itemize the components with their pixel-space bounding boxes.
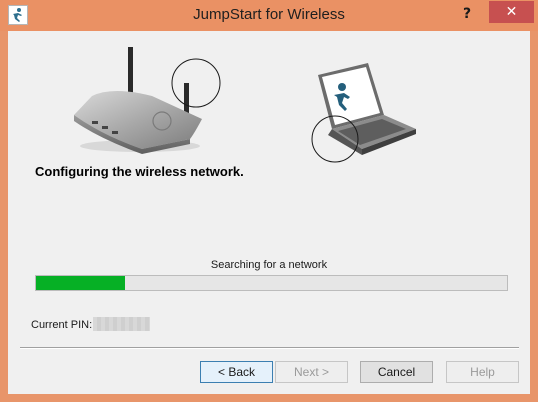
current-pin-label: Current PIN: (31, 319, 93, 331)
window-left-border (0, 31, 8, 402)
footer-separator (20, 347, 519, 349)
next-button[interactable]: Next > (275, 361, 348, 383)
status-heading: Configuring the wireless network. (35, 164, 244, 179)
progress-status-text: Searching for a network (210, 259, 328, 271)
close-button[interactable]: ✕ (489, 1, 534, 23)
jumpstart-dialog: JumpStart for Wireless ? ✕ Configuring t… (0, 0, 538, 402)
help-button[interactable]: Help (446, 361, 519, 383)
laptop-icon (311, 63, 416, 163)
progress-bar-fill (36, 276, 126, 290)
cancel-button[interactable]: Cancel (360, 361, 433, 383)
progress-bar (35, 275, 508, 291)
window-right-border (530, 31, 538, 402)
window-bottom-border (0, 394, 538, 402)
title-bar[interactable]: JumpStart for Wireless ? ✕ (0, 0, 538, 31)
router-icon (74, 47, 221, 154)
help-title-button[interactable]: ? (457, 4, 477, 24)
dialog-body: Configuring the wireless network. Search… (8, 31, 530, 394)
current-pin-value-redacted (93, 317, 150, 331)
back-button[interactable]: < Back (200, 361, 273, 383)
